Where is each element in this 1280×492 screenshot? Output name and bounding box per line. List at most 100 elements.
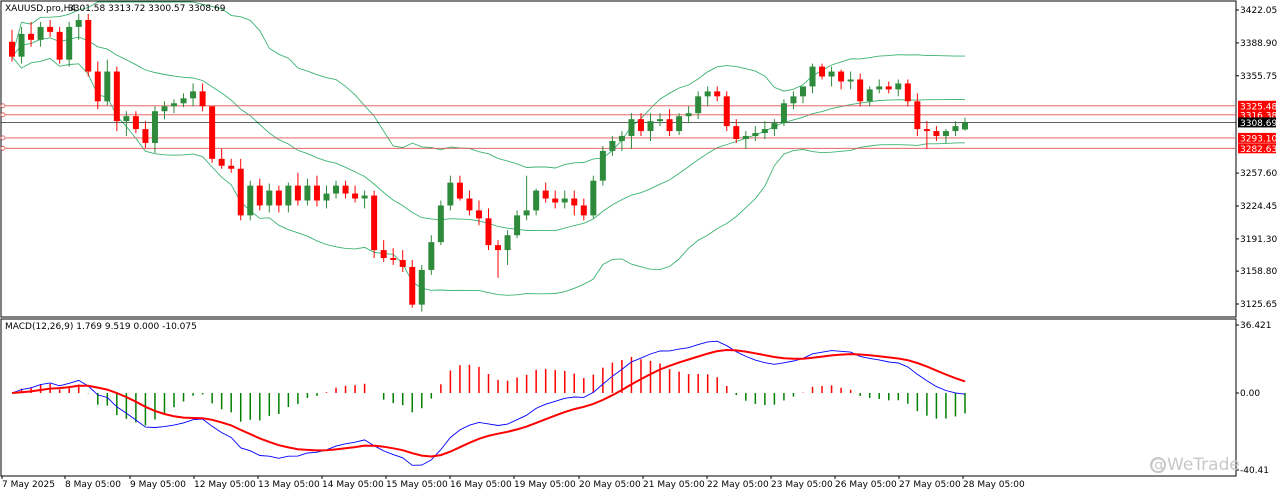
level-price-label: 3282.63 [1240,145,1277,155]
candle-body [523,210,530,216]
time-tick-label: 14 May 05:00 [322,480,384,490]
candle-body [18,33,25,57]
macd-panel [0,318,1237,477]
macd-tick-label: 36.421 [1240,321,1272,331]
level-anchor[interactable] [0,145,6,151]
candle-body [695,96,702,114]
candle-body [904,83,911,102]
price-tick-label: 3158.80 [1240,267,1277,277]
time-tick-label: 28 May 05:00 [963,480,1025,490]
candle-body [542,190,549,199]
candle-body [475,210,482,219]
candle-body [952,126,959,132]
time-tick-label: 16 May 05:00 [450,480,512,490]
macd-header: MACD(12,26,9) 1.769 9.519 0.000 -10.075 [5,322,197,332]
watermark: @WeTrade [1150,455,1240,475]
candle-body [333,185,340,194]
price-tick-label: 3355.75 [1240,72,1277,82]
candle-body [390,258,397,261]
level-price-label: 3293.10 [1240,134,1277,144]
price-tick-label: 3388.90 [1240,39,1277,49]
candle [56,26,63,64]
candle-body [847,79,854,82]
time-tick-label: 15 May 05:00 [386,480,448,490]
symbol-timeframe: XAUUSD.pro,H4 [5,4,76,14]
candle-body [275,190,282,206]
candle-body [495,245,502,251]
candle [247,180,254,221]
time-tick-label: 7 May 2025 [2,480,55,490]
candle-body [571,198,578,206]
candle-body [294,185,301,201]
candle-body [142,129,149,143]
candle-body [37,26,44,40]
macd-tick-label: 0.00 [1240,389,1260,399]
candle-body [742,136,749,139]
candle-body [428,242,435,270]
candle-body [85,19,92,72]
candle-body [285,185,292,206]
candle-body [199,91,206,107]
candle-body [171,103,178,107]
candle-body [514,215,521,236]
candle-body [628,119,635,137]
candle-body [447,182,454,206]
candle-body [151,111,158,143]
candle-body [599,150,606,181]
chart-canvas: 3325.483316.383293.103282.633308.69 3422… [0,0,1277,490]
candle-body [504,235,511,251]
price-tick-label: 3257.60 [1240,169,1277,179]
candle-body [342,185,349,194]
time-tick-label: 23 May 05:00 [771,480,833,490]
candle-body [885,86,892,90]
time-tick-label: 22 May 05:00 [707,480,769,490]
level-anchor[interactable] [0,112,6,118]
candle-body [895,83,902,90]
candle-body [933,131,940,137]
candle-body [237,168,244,216]
candle-body [75,19,82,27]
ohlc-readout: 3301.58 3313.72 3300.57 3308.69 [68,4,226,14]
price-tick-label: 3224.45 [1240,202,1277,212]
current-price-label: 3308.69 [1240,119,1277,129]
candle-body [799,86,806,97]
candle-body [418,269,425,305]
candle-body [437,205,444,243]
candle-body [190,91,197,99]
candle [437,200,444,246]
time-tick-label: 12 May 05:00 [194,480,256,490]
candle-body [647,121,654,132]
candle-body [228,165,235,169]
candle-body [313,185,320,201]
time-tick-label: 9 May 05:00 [130,480,186,490]
candle-body [580,205,587,216]
candle-body [466,198,473,211]
candle [85,14,92,77]
candle [409,260,416,308]
candle-body [113,71,120,122]
level-anchor[interactable] [0,135,6,141]
candle [599,145,606,186]
candle-body [352,193,359,199]
candle-body [9,41,15,57]
candle-body [714,91,721,97]
candle-body [657,119,664,122]
macd-tick-label: -40.41 [1240,466,1269,476]
candle-body [923,129,930,132]
candle-body [56,31,63,60]
candle-body [132,116,139,130]
candle-body [733,126,740,139]
level-anchor[interactable] [0,103,6,109]
time-tick-label: 8 May 05:00 [65,480,121,490]
candle-body [819,66,826,77]
price-tick-label: 3125.65 [1240,300,1277,310]
price-axis: 3422.05 3388.90 3355.75 3257.60 3224.45 3191.… [1236,6,1277,310]
candle-body [761,129,768,134]
candle-body [209,106,216,159]
candle-body [399,260,406,267]
candle [780,99,787,127]
candle-body [161,106,168,112]
candle [590,175,597,219]
candle-body [857,79,864,102]
candle-body [552,198,559,203]
